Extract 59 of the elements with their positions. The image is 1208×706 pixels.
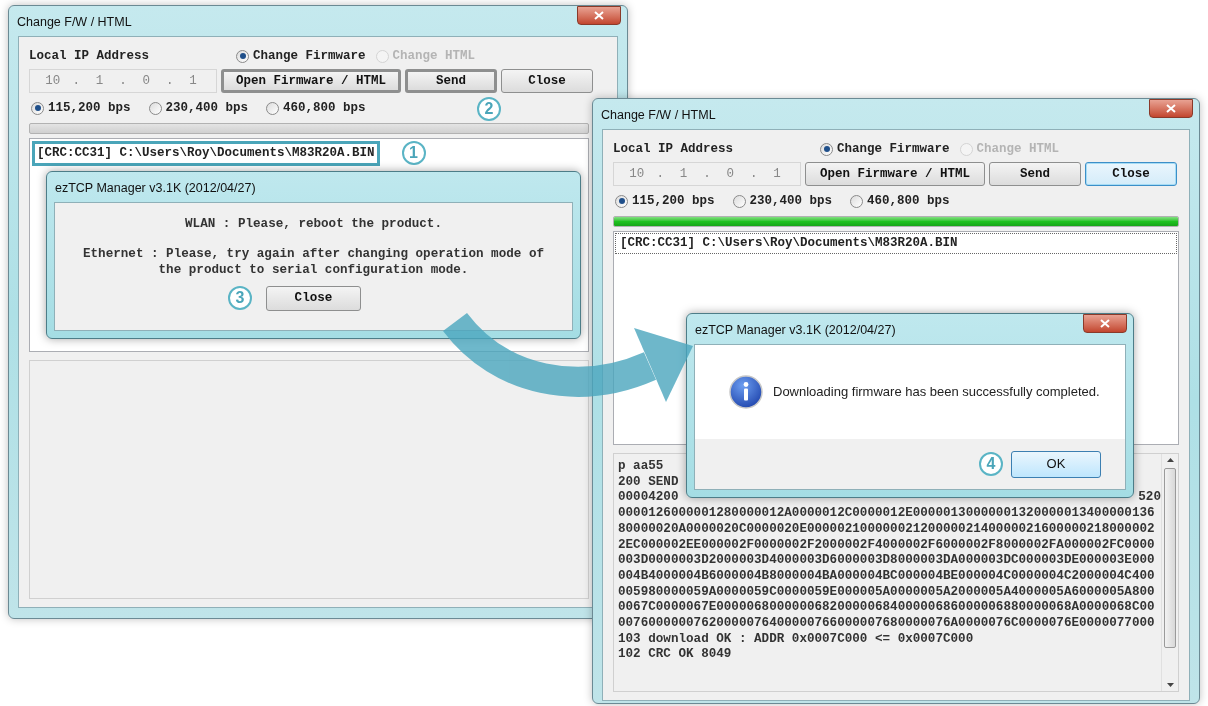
log-line: p aa55 [618, 459, 664, 475]
ip-octet: 10 [628, 165, 646, 183]
field-label: Local IP Address [29, 47, 151, 65]
ip-separator: . [119, 72, 127, 90]
ip-separator: . [165, 72, 174, 90]
ip-separator: . [72, 72, 80, 90]
callout-number: 4 [979, 452, 1003, 476]
log-line: 102 CRC OK 8049 [618, 647, 732, 664]
dialog-title: ezTCP Manager v3.1K (2012/04/27) [54, 180, 256, 197]
message-text: Downloading firmware has been successfully completed. [773, 383, 1100, 402]
dialog-button[interactable]: Open Firmware / HTML [221, 69, 401, 93]
ip-octet: 0 [725, 165, 736, 183]
radio-label[interactable]: Change Firmware [253, 46, 366, 66]
log-line: 003D0000003D2000003D4000003D6000003D8000003DA000003DC000003DE000003E000 [618, 553, 1155, 569]
log-line: 0000126000001280000012A0000012C0000012E00000130000001320000013400000136 [618, 506, 1155, 522]
ip-octet: 1 [772, 165, 782, 183]
log-line: 005980000059A0000059C0000059E000005A0000005A2000005A4000005A6000005A800 [618, 584, 1155, 601]
close-button[interactable]: Close [266, 285, 361, 311]
ip-octet: 1 [188, 72, 198, 90]
radio-label[interactable]: 460,800 bps [283, 98, 366, 118]
message-text: Ethernet : Please, try again after changing operation mode of the product to serial configuration mode. [82, 245, 545, 278]
radio-label[interactable]: 460,800 bps [867, 191, 950, 211]
ip-octet: 0 [141, 72, 152, 90]
dialog-button[interactable]: Close [501, 69, 593, 93]
ip-octet: 1 [94, 72, 105, 90]
ip-octet: 10 [44, 72, 62, 90]
radio-label[interactable]: 115,200 bps [632, 191, 715, 211]
callout-number: 2 [477, 97, 501, 121]
radio-label[interactable]: 230,400 bps [165, 98, 249, 118]
log-line: 103 download OK : ADDR 0x0007C000 <= 0x0007C000 [618, 631, 974, 648]
dialog-button[interactable]: Open Firmware / HTML [805, 162, 985, 186]
callout-number: 1 [401, 141, 426, 166]
ip-octet: 1 [678, 165, 689, 183]
callout-number: 3 [228, 286, 252, 311]
log-line: 520 [1138, 490, 1161, 507]
dialog-button[interactable]: Close [1085, 162, 1177, 186]
radio-label[interactable]: 115,200 bps [48, 98, 131, 118]
message-text: WLAN : Please, reboot the product. [185, 216, 442, 233]
ip-separator: . [749, 165, 758, 183]
window-title: Change F/W / HTML [16, 14, 132, 31]
log-line: 00004200 [618, 490, 679, 507]
window-title: Change F/W / HTML [600, 107, 716, 124]
radio-label[interactable]: 230,400 bps [749, 191, 833, 211]
file-entry[interactable]: [CRC:CC31] C:\Users\Roy\Documents\M83R20A.BIN [32, 141, 380, 166]
ip-separator: . [703, 165, 711, 183]
ip-separator: . [656, 165, 664, 183]
log-line: 0067C0000067E00000680000006820000068400000686000006880000068A0000068C00 [618, 600, 1155, 617]
field-label: Local IP Address [613, 140, 735, 158]
log-line: 00760000007620000076400000766000007680000076A0000076C0000076E0000077000 [618, 616, 1155, 632]
dialog-button[interactable]: Send [989, 162, 1081, 186]
log-line: 80000020A0000020C0000020E0000021000000212000002140000021600000218000002 [618, 521, 1155, 538]
dialog-title: ezTCP Manager v3.1K (2012/04/27) [694, 322, 896, 339]
log-line: 200 SEND [618, 474, 679, 491]
dialog-button[interactable]: Send [405, 69, 497, 93]
radio-label[interactable]: Change Firmware [837, 139, 950, 159]
ok-button[interactable]: OK [1011, 450, 1101, 478]
log-line: 004B4000004B6000004B8000004BA000004BC000004BE000004C0000004C2000004C400 [618, 568, 1155, 585]
file-entry[interactable]: [CRC:CC31] C:\Users\Roy\Documents\M83R20A.BIN [616, 234, 1176, 253]
log-line: 2EC000002EE000002F0000002F2000002F4000002F6000002F8000002FA000002FC0000 [618, 537, 1155, 554]
